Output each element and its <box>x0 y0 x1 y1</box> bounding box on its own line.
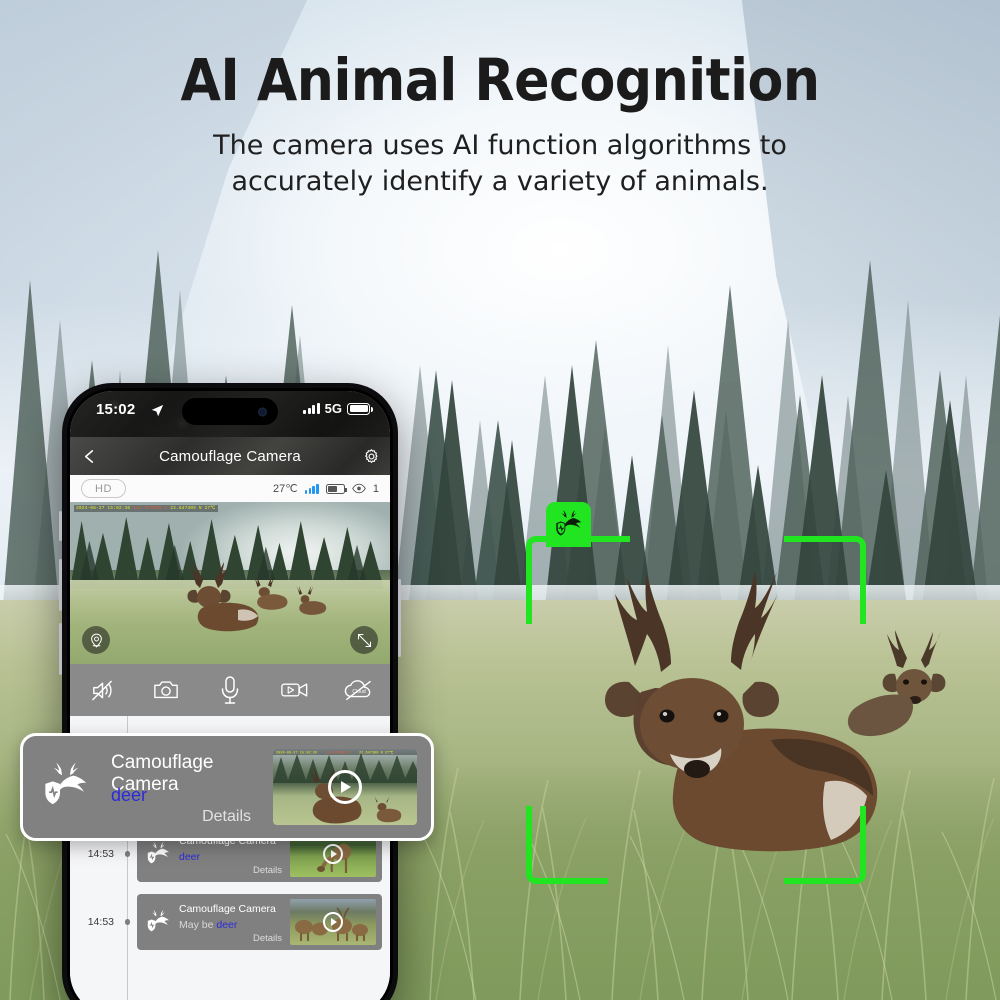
frame-corner-top-right <box>784 536 866 624</box>
deer-shield-icon <box>143 841 173 868</box>
svg-text:114.074398 E: 114.074398 E <box>325 752 351 756</box>
event-camera-name: Camouflage Camera <box>179 903 276 915</box>
status-time: 15:02 <box>96 401 136 418</box>
timestamp-temperature: 27℃ <box>204 506 216 511</box>
record-button[interactable] <box>262 680 326 700</box>
event-details-link[interactable]: Details <box>253 933 282 944</box>
eye-icon <box>352 483 366 494</box>
event-thumbnail[interactable] <box>290 899 376 945</box>
speaker-mute-icon <box>91 680 112 700</box>
notification-details-link[interactable]: Details <box>202 808 251 826</box>
play-icon[interactable] <box>328 770 362 804</box>
svg-text:2024-08-27 15:02:36: 2024-08-27 15:02:36 <box>276 752 317 756</box>
network-label: 5G <box>324 401 342 416</box>
status-bar: 15:02 5G <box>70 391 390 437</box>
notification-card[interactable]: Camouflage Camera deer Details 2024-08-2… <box>20 733 434 841</box>
status-indicators: 5G <box>303 401 373 416</box>
battery-icon <box>347 402 373 415</box>
event-time: 14:53 <box>87 848 114 860</box>
timeline-dot <box>118 851 137 857</box>
back-button[interactable] <box>70 449 108 464</box>
phone-mockup: 15:02 5G Camouflage Camera HD 27℃ 1 2024… <box>59 383 401 1000</box>
event-time: 14:53 <box>87 916 114 928</box>
frame-corner-bottom-right <box>784 806 866 884</box>
chevron-left-icon <box>84 449 93 463</box>
timestamp-date: 2024-08-27 15:02:36 <box>76 506 131 511</box>
cloud-off-button[interactable]: Cloud <box>326 679 390 701</box>
phone-screen: 15:02 5G Camouflage Camera HD 27℃ 1 2024… <box>70 391 390 1000</box>
event-text: Camouflage Camera May be deer Details <box>179 894 284 950</box>
deer-shield-icon <box>37 761 95 813</box>
timeline-dot <box>118 919 137 925</box>
power-button[interactable] <box>398 579 401 657</box>
page-subtitle: The camera uses AI function algorithms t… <box>213 130 787 197</box>
temperature-label: 27℃ <box>273 483 298 495</box>
app-title: Camouflage Camera <box>159 447 301 465</box>
svg-text:22.647309 N 27℃: 22.647309 N 27℃ <box>359 751 394 756</box>
page-title: AI Animal Recognition <box>180 46 820 114</box>
list-item[interactable]: 14:53 <box>70 888 390 956</box>
video-fullscreen-button[interactable] <box>350 626 378 654</box>
gear-icon <box>364 448 378 463</box>
video-location-button[interactable] <box>82 626 110 654</box>
cloud-slash-icon: Cloud <box>344 680 371 701</box>
frame-corner-bottom-left <box>526 806 608 884</box>
notification-animal: deer <box>111 785 148 805</box>
mute-button[interactable] <box>70 678 134 703</box>
video-deer-group <box>187 562 327 632</box>
video-camera-icon <box>280 683 307 697</box>
fullscreen-icon <box>357 633 371 647</box>
signal-bars-icon <box>304 483 319 494</box>
event-details-link[interactable]: Details <box>253 865 282 876</box>
camera-icon <box>154 681 178 699</box>
snapshot-button[interactable] <box>134 677 198 703</box>
stream-status: 27℃ 1 <box>273 482 379 496</box>
event-label: deer <box>179 851 200 863</box>
viewer-count: 1 <box>372 482 379 495</box>
event-card[interactable]: Camouflage Camera May be deer Details <box>137 894 382 950</box>
phone-bezel: 15:02 5G Camouflage Camera HD 27℃ 1 2024… <box>67 388 393 1000</box>
volume-down-button[interactable] <box>59 623 62 675</box>
live-video[interactable]: 2024-08-27 15:02:36 114.074398 E 22.6473… <box>70 502 390 664</box>
video-timestamp: 2024-08-27 15:02:36 114.074398 E 22.6473… <box>74 505 218 512</box>
quality-badge[interactable]: HD <box>81 479 126 498</box>
play-icon[interactable] <box>323 912 343 932</box>
play-icon[interactable] <box>323 844 343 864</box>
video-toolbar: Cloud <box>70 664 390 716</box>
talk-button[interactable] <box>198 675 262 705</box>
event-animal: deer <box>179 851 201 863</box>
timestamp-latitude: 22.647309 N <box>170 506 202 511</box>
event-animal: deer <box>216 919 238 931</box>
notification-thumbnail[interactable]: 2024-08-27 15:02:36 114.074398 E 22.6473… <box>273 749 417 825</box>
front-camera <box>258 407 267 416</box>
event-label: May be deer <box>179 919 238 931</box>
frame-corner-top-left <box>526 536 630 624</box>
location-pin-icon <box>90 633 102 648</box>
app-bar: Camouflage Camera <box>70 437 390 475</box>
stream-info-bar: HD 27℃ 1 <box>70 475 390 502</box>
battery-icon <box>325 483 347 494</box>
notification-text: Camouflage Camera deer Details <box>105 744 263 830</box>
ai-detection-frame <box>526 502 866 884</box>
dynamic-island <box>182 398 278 425</box>
settings-button[interactable] <box>352 448 390 465</box>
timestamp-longitude: 114.074398 E <box>133 506 168 511</box>
signal-bars-icon <box>303 403 320 414</box>
microphone-icon <box>221 676 239 704</box>
location-arrow-icon <box>151 404 164 417</box>
deer-shield-icon <box>143 909 173 936</box>
